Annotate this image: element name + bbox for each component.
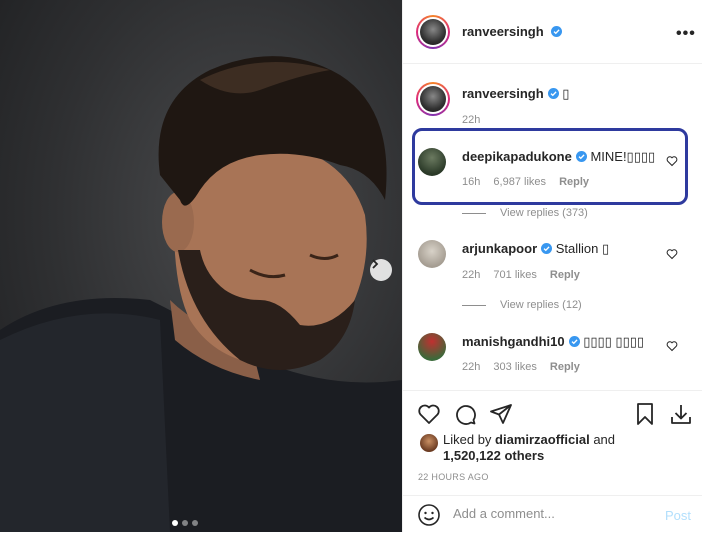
download-icon[interactable]: [669, 402, 693, 426]
post-sidebar: ranveersingh ••• ranveersingh ▯ 22h deep…: [402, 0, 702, 532]
comment-likes[interactable]: 701 likes: [493, 269, 536, 281]
like-comment-heart-icon[interactable]: [666, 155, 678, 167]
portrait-image: [0, 56, 402, 532]
post-comment-button[interactable]: Post: [665, 508, 691, 523]
verified-badge-icon: [541, 243, 553, 254]
comment-icon[interactable]: [453, 402, 477, 426]
reply-button[interactable]: Reply: [559, 176, 589, 188]
comments-list: ranveersingh ▯ 22h deepikapadukone MINE!…: [403, 65, 702, 390]
comment-time: 22h: [462, 361, 481, 373]
comment-username[interactable]: manishgandhi10: [462, 334, 565, 349]
liker-avatar[interactable]: [420, 434, 438, 452]
carousel-dots: [172, 520, 198, 526]
author-username[interactable]: ranveersingh: [462, 24, 563, 39]
likes-others[interactable]: 1,520,122 others: [443, 448, 544, 463]
comment-avatar[interactable]: [418, 148, 446, 176]
bookmark-icon[interactable]: [633, 402, 657, 426]
view-replies-button[interactable]: View replies (373): [462, 207, 588, 219]
caption-body: ▯: [562, 86, 570, 101]
like-comment-heart-icon[interactable]: [666, 340, 678, 352]
emoji-icon[interactable]: [417, 503, 441, 527]
comment-time: 22h: [462, 269, 481, 281]
verified-badge-icon: [551, 26, 563, 37]
caption-avatar[interactable]: [416, 82, 450, 116]
post-actions: Liked by diamirzaofficial and 1,520,122 …: [403, 390, 702, 532]
author-username-text[interactable]: ranveersingh: [462, 24, 544, 39]
chevron-right-icon: [372, 259, 379, 269]
like-comment-heart-icon[interactable]: [666, 248, 678, 260]
verified-badge-icon: [547, 88, 559, 99]
comment-meta: 22h 701 likes Reply: [462, 269, 590, 281]
caption-text: ranveersingh ▯: [462, 86, 569, 102]
carousel-dot: [182, 520, 188, 526]
view-replies-label[interactable]: View replies (373): [500, 207, 588, 219]
add-comment-input[interactable]: [453, 506, 653, 521]
post-header: ranveersingh •••: [403, 0, 702, 64]
reply-button[interactable]: Reply: [550, 269, 580, 281]
more-options-button[interactable]: •••: [676, 25, 696, 43]
reply-button[interactable]: Reply: [550, 361, 580, 373]
verified-badge-icon: [575, 151, 587, 162]
post-timestamp[interactable]: 22 HOURS AGO: [418, 472, 489, 482]
heart-icon[interactable]: [417, 402, 441, 426]
view-replies-button[interactable]: View replies (12): [462, 299, 582, 311]
verified-badge-icon: [568, 336, 580, 347]
likes-prefix: Liked by: [443, 432, 492, 447]
likes-summary: Liked by diamirzaofficial and 1,520,122 …: [443, 432, 615, 464]
comment-body: Stallion ▯: [555, 241, 610, 256]
comment-text: arjunkapoor Stallion ▯: [462, 241, 609, 257]
comment-avatar[interactable]: [418, 240, 446, 268]
share-icon[interactable]: [489, 402, 513, 426]
likes-and: and: [593, 432, 616, 447]
view-replies-label[interactable]: View replies (12): [500, 299, 582, 311]
comment-text: deepikapadukone MINE!▯▯▯▯: [462, 149, 655, 165]
caption-username[interactable]: ranveersingh: [462, 86, 544, 101]
comment-username[interactable]: deepikapadukone: [462, 149, 572, 164]
comment-time: 16h: [462, 176, 481, 188]
highlight-box: [412, 128, 688, 205]
comment-avatar[interactable]: [418, 333, 446, 361]
comment-likes[interactable]: 6,987 likes: [493, 176, 546, 188]
liker-username[interactable]: diamirzaofficial: [495, 432, 590, 447]
caption-meta: 22h: [462, 114, 490, 126]
comment-meta: 22h 303 likes Reply: [462, 361, 590, 373]
carousel-dot-active: [172, 520, 178, 526]
comment-likes[interactable]: 303 likes: [493, 361, 536, 373]
caption-time: 22h: [462, 114, 481, 126]
add-comment-bar: Post: [403, 495, 702, 533]
comment-text: manishgandhi10 ▯▯▯▯ ▯▯▯▯: [462, 334, 644, 350]
author-avatar[interactable]: [416, 15, 450, 49]
carousel-dot: [192, 520, 198, 526]
post-photo[interactable]: [0, 0, 402, 532]
comment-body: ▯▯▯▯ ▯▯▯▯: [583, 334, 645, 349]
comment-username[interactable]: arjunkapoor: [462, 241, 537, 256]
next-photo-button[interactable]: [370, 259, 392, 281]
comment-meta: 16h 6,987 likes Reply: [462, 176, 599, 188]
comment-body: MINE!▯▯▯▯: [590, 149, 656, 164]
